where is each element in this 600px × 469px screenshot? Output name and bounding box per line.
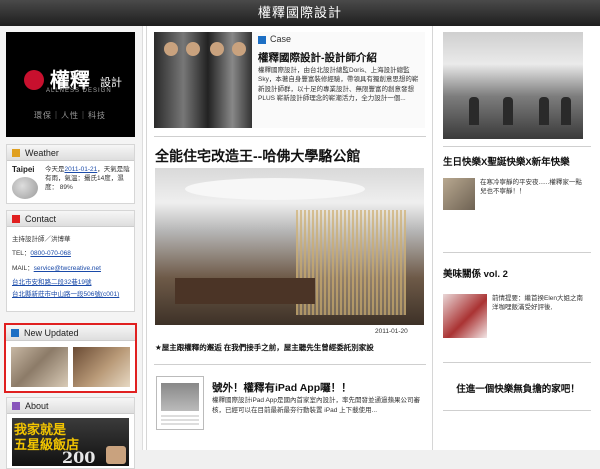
divider xyxy=(443,146,591,147)
weather-square-icon xyxy=(12,149,20,157)
tel-link[interactable]: 0800-070-068 xyxy=(30,250,70,257)
about-heading: About xyxy=(7,398,134,414)
logo-brand-en: ALLNESS DESIGN xyxy=(46,88,112,94)
post-3-title[interactable]: 住進一個快樂無負擔的家吧！ xyxy=(443,381,593,395)
contact-tel: TEL：0800-070-068 xyxy=(12,250,71,257)
divider xyxy=(154,364,426,365)
weather-date-link[interactable]: 2011-01-21 xyxy=(65,166,98,173)
divider xyxy=(154,136,426,137)
contact-heading: Contact xyxy=(7,211,134,227)
post-2-thumbnail[interactable] xyxy=(443,294,487,338)
main-content: Case 權釋國際設計-設計師介紹 權釋國際設計，由台北設計總監Doris、上海… xyxy=(150,26,430,450)
ipad-body: 權釋國際設計iPad App是國內首家室內設計，率先開發並通過蘋果公司審核，已經… xyxy=(212,397,421,414)
new-updated-box: New Updated xyxy=(4,323,137,393)
contact-square-icon xyxy=(12,215,20,223)
divider xyxy=(443,362,591,363)
mail-link[interactable]: service@twcreative.net xyxy=(34,265,101,272)
feature-photo[interactable] xyxy=(155,168,424,325)
post-2-body: 前情提要：繼首揆Elen大姐之南洋咖哩飯滿受好評後, xyxy=(492,295,584,311)
designer-photo xyxy=(106,446,126,464)
logo[interactable]: 權釋 設計 ALLNESS DESIGN 環保｜人性｜科技 xyxy=(6,32,135,137)
new-updated-heading: New Updated xyxy=(6,325,135,341)
page: 權釋 設計 ALLNESS DESIGN 環保｜人性｜科技 Weather Ta… xyxy=(0,26,600,469)
case-heading: Case xyxy=(258,34,291,44)
case-card[interactable]: Case 權釋國際設計-設計師介紹 權釋國際設計，由台北設計總監Doris、上海… xyxy=(154,32,425,128)
post-1-body: 在寒冷寧靜的平安夜......權釋家一點兒也不寧靜！！ xyxy=(480,179,582,195)
case-title[interactable]: 權釋國際設計-設計師介紹 xyxy=(258,50,377,65)
logo-mark-icon xyxy=(24,70,44,90)
new-updated-thumbnail-1[interactable] xyxy=(11,347,68,387)
about-banner[interactable]: 我家就是 五星級飯店 200 xyxy=(12,418,129,466)
feature-title[interactable]: 全能住宅改造王--哈佛大學駱公館 xyxy=(155,146,360,166)
feature-date: 2011-01-20 xyxy=(375,328,408,335)
about-square-icon xyxy=(12,402,20,410)
ipad-title[interactable]: 號外！權釋有iPad App囉！！ xyxy=(212,380,352,395)
weather-text: 今天是2011-01-21，天氣是陰有雨，氣溫：攝氏14度，濕度： 89% xyxy=(45,166,130,191)
contact-mail: MAIL：service@twcreative.net xyxy=(12,265,101,272)
case-body: 權釋國際設計，由台北設計總監Doris、上海設計總監Sky，本著自身豐富裝修經驗… xyxy=(258,67,419,103)
post-2-title[interactable]: 美味關係 vol. 2 xyxy=(443,266,508,280)
about-box: About 我家就是 五星級飯店 200 xyxy=(6,397,135,469)
column-divider-right xyxy=(432,26,433,450)
post-1-thumbnail[interactable] xyxy=(443,178,475,210)
contact-person: 主持設計師／洪博華 xyxy=(12,236,71,243)
designers-photo xyxy=(154,32,252,128)
feature-caption: ★屋主跟權釋的邂逅 在我們接手之前，屋主聽先生曾經委託別家設 xyxy=(155,343,374,352)
post-1-title[interactable]: 生日快樂X聖誕快樂X新年快樂 xyxy=(443,154,570,168)
cloud-icon xyxy=(12,177,38,199)
banner-number: 200 xyxy=(62,448,96,466)
divider xyxy=(443,252,591,253)
site-title: 權釋國際設計 xyxy=(257,5,342,20)
new-updated-square-icon xyxy=(11,329,19,337)
header-bar: 權釋國際設計 xyxy=(0,0,600,26)
weather-city: Taipei xyxy=(12,165,35,174)
left-sidebar: 權釋 設計 ALLNESS DESIGN 環保｜人性｜科技 Weather Ta… xyxy=(0,26,143,469)
party-photo[interactable] xyxy=(443,32,583,139)
address-link-2[interactable]: 台北縣新莊市中山路一段506號(c001) xyxy=(12,288,119,298)
logo-tagline: 環保｜人性｜科技 xyxy=(34,111,106,120)
case-square-icon xyxy=(258,36,266,44)
weather-box: Weather Taipei 今天是2011-01-21，天氣是陰有雨，氣溫：攝… xyxy=(6,144,135,204)
address-link-1[interactable]: 台北市安和路二段32巷19號 xyxy=(12,276,91,286)
divider xyxy=(443,410,591,411)
right-sidebar: 生日快樂X聖誕快樂X新年快樂 在寒冷寧靜的平安夜......權釋家一點兒也不寧靜… xyxy=(436,26,600,450)
ipad-thumbnail[interactable] xyxy=(156,376,204,430)
column-divider-left xyxy=(146,26,147,450)
new-updated-thumbnail-2[interactable] xyxy=(73,347,130,387)
weather-heading: Weather xyxy=(7,145,134,161)
contact-box: Contact 主持設計師／洪博華 TEL：0800-070-068 MAIL：… xyxy=(6,210,135,312)
